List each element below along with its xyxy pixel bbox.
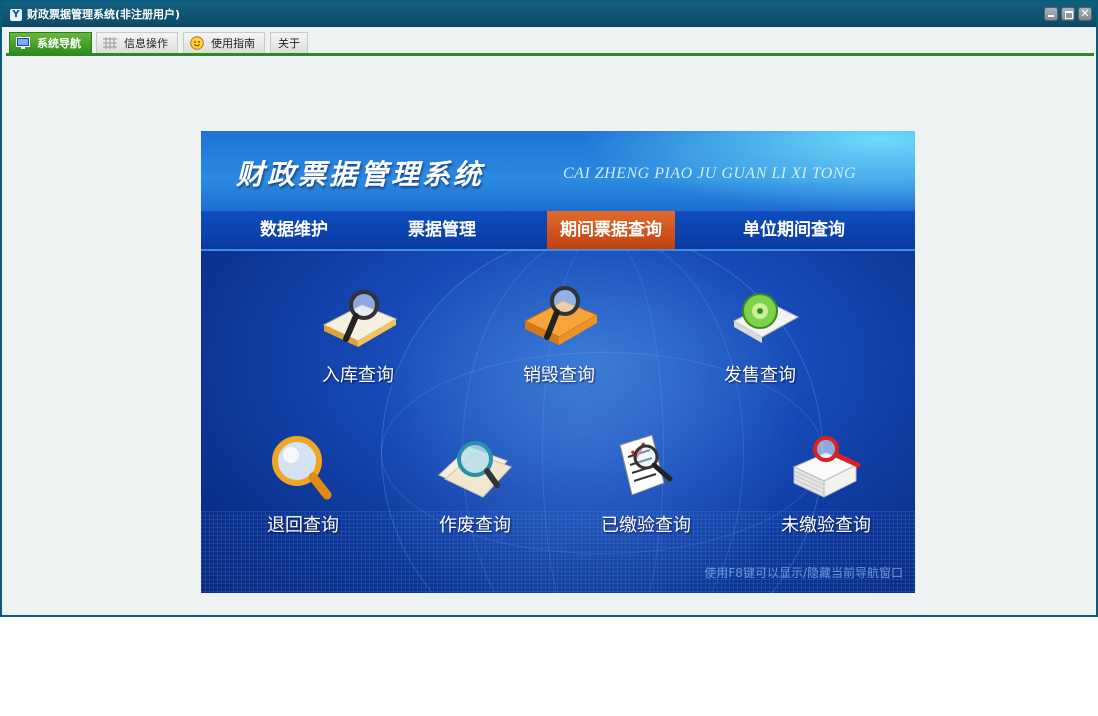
tab-user-guide[interactable]: 使用指南 — [183, 32, 265, 53]
item-label: 退回查询 — [267, 515, 339, 536]
navigation-banner: 财政票据管理系统 CAI ZHENG PIAO JU GUAN LI XI TO… — [201, 131, 915, 593]
banner-header: 财政票据管理系统 CAI ZHENG PIAO JU GUAN LI XI TO… — [201, 131, 915, 211]
nav-ticket-management[interactable]: 票据管理 — [387, 211, 497, 249]
item-label: 已缴验查询 — [601, 515, 691, 536]
item-label: 未缴验查询 — [781, 515, 871, 536]
system-title-pinyin: CAI ZHENG PIAO JU GUAN LI XI TONG — [563, 165, 857, 182]
tab-label: 信息操作 — [124, 37, 168, 50]
checklist-magnifier-icon — [619, 434, 673, 496]
close-icon: ✕ — [1080, 7, 1090, 20]
tab-about[interactable]: 关于 — [270, 32, 308, 53]
monitor-icon — [16, 37, 30, 49]
nav-data-maintenance[interactable]: 数据维护 — [239, 211, 349, 249]
app-logo-icon: Y — [10, 9, 22, 21]
item-label: 作废查询 — [439, 515, 511, 536]
tab-label: 关于 — [278, 37, 300, 50]
tab-bar: 系统导航 信息操作 使用指南 关于 — [6, 29, 1094, 56]
minimize-icon — [1048, 15, 1054, 17]
destroy-query-button[interactable]: 销毁查询 — [489, 281, 629, 391]
system-title: 财政票据管理系统 — [236, 158, 485, 191]
return-query-button[interactable]: 退回查询 — [233, 431, 373, 541]
nav-unit-period-query[interactable]: 单位期间查询 — [729, 211, 859, 249]
f8-hint-text: 使用F8键可以显示/隐藏当前导航窗口 — [704, 566, 903, 580]
orange-folder-magnifier-icon — [523, 286, 599, 345]
tab-system-navigation[interactable]: 系统导航 — [9, 32, 92, 53]
banner-nav: 数据维护 票据管理 期间票据查询 单位期间查询 — [201, 211, 915, 251]
paid-inspection-query-button[interactable]: 已缴验查询 — [576, 431, 716, 541]
papers-magnifier-icon — [438, 441, 512, 498]
void-query-button[interactable]: 作废查询 — [405, 431, 545, 541]
item-label: 销毁查询 — [523, 365, 595, 386]
close-button[interactable]: ✕ — [1078, 7, 1092, 21]
unpaid-inspection-query-button[interactable]: 未缴验查询 — [756, 431, 896, 541]
tab-info-operations[interactable]: 信息操作 — [96, 32, 178, 53]
item-label: 入库查询 — [322, 365, 394, 386]
smiley-icon — [190, 36, 204, 50]
title-bar[interactable]: Y 财政票据管理系统(非注册用户) ✕ — [2, 2, 1096, 27]
tab-label: 使用指南 — [211, 37, 255, 50]
sale-query-button[interactable]: 发售查询 — [690, 281, 830, 391]
maximize-button[interactable] — [1061, 7, 1075, 21]
minimize-button[interactable] — [1044, 7, 1058, 21]
main-window: Y 财政票据管理系统(非注册用户) ✕ 系统导航 信息操作 使用指南 关于 财政… — [0, 0, 1098, 617]
magnifier-icon — [272, 436, 332, 500]
nav-period-ticket-query[interactable]: 期间票据查询 — [547, 211, 675, 249]
paper-stack-magnifier-icon — [792, 436, 861, 498]
grid-icon — [103, 37, 117, 49]
item-label: 发售查询 — [724, 365, 796, 386]
tab-label: 系统导航 — [37, 37, 81, 50]
maximize-icon — [1065, 11, 1073, 19]
folder-magnifier-icon — [322, 290, 398, 347]
warehouse-query-button[interactable]: 入库查询 — [288, 281, 428, 391]
green-disc-document-icon — [732, 293, 800, 343]
window-title: 财政票据管理系统(非注册用户) — [27, 8, 181, 21]
